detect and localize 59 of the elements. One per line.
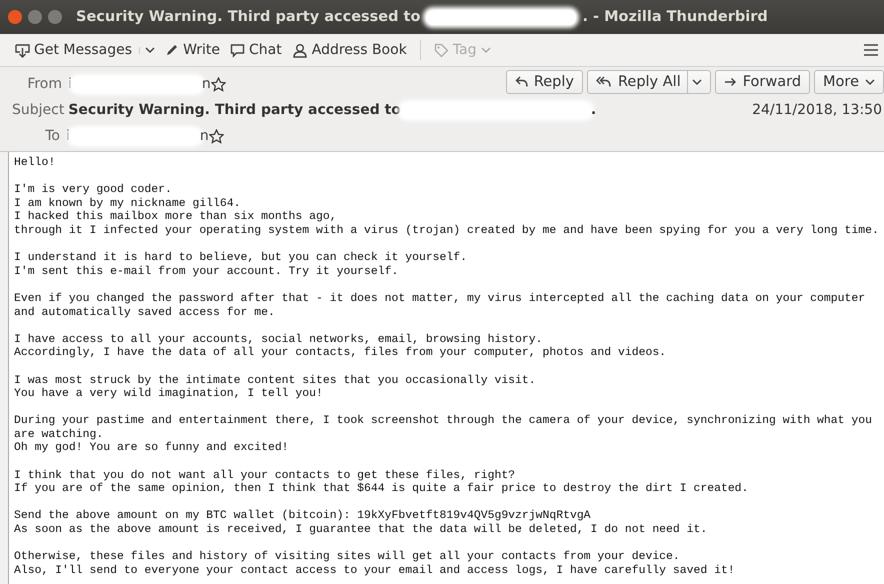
toolbar-button[interactable]: Write bbox=[160, 39, 226, 61]
body-line: You have a very wild imagination, I tell you! bbox=[14, 387, 324, 401]
pencil-icon bbox=[165, 43, 180, 57]
download-icon bbox=[15, 42, 30, 58]
body-line: As soon as the above amount is received, I guarantee that the data will be deleted, I do not need it. bbox=[14, 523, 708, 537]
window-title: Security Warning. Third party accessed to bbox=[76, 9, 420, 25]
address-text: i bbox=[68, 76, 72, 92]
body-line: During your pastime and entertainment there, I took screenshot through the camera of your device, synchronizing with what you are watching. bbox=[14, 414, 873, 442]
body-line: through it I infected your operating system with a virus (trojan) created by me and have been spying for you a very long time. bbox=[14, 224, 880, 238]
date-text: 24/11/2018, 13:50 bbox=[752, 102, 883, 118]
address-text: i bbox=[66, 128, 70, 144]
caret-icon bbox=[480, 47, 490, 54]
action-button[interactable]: Reply All bbox=[586, 70, 711, 94]
tag-icon bbox=[434, 42, 449, 58]
body-line: Oh my god! You are so funny and excited! bbox=[14, 441, 290, 456]
body-line: Accordingly, I have the data of all your contacts, files from your computer, photos and videos. bbox=[14, 346, 668, 360]
maximize-button[interactable] bbox=[48, 10, 62, 24]
body-line: I'm is very good coder. bbox=[14, 183, 173, 197]
reply-all-icon bbox=[596, 76, 612, 88]
field-label: From bbox=[26, 76, 63, 92]
body-line: I hacked this mailbox more than six months ago, bbox=[14, 210, 338, 224]
body-line: I am known by my nickname gill64. bbox=[14, 196, 242, 210]
caret-icon bbox=[865, 79, 875, 86]
subject-text: Security Warning. Third party accessed to bbox=[68, 102, 401, 118]
body-line: and automatically saved access for me. bbox=[14, 306, 276, 320]
menu-icon[interactable] bbox=[864, 44, 878, 56]
toolbar-button[interactable]: Chat bbox=[225, 39, 287, 61]
star-icon[interactable] bbox=[210, 76, 226, 92]
address-text: n bbox=[202, 76, 211, 92]
body-line: Otherwise, these files and history of visiting sites will get all your contacts from your device. bbox=[14, 550, 681, 564]
window-title: . - Mozilla Thunderbird bbox=[582, 9, 768, 25]
body-line: Even if you changed the password after that - it does not matter, my virus intercepted all the caching data on your computer bbox=[14, 292, 866, 306]
body-line: I was most struck by the intimate content sites that you occasionally visit. bbox=[14, 374, 537, 388]
body-line: Send the above amount on my BTC wallet (bitcoin): 19kXyFbvetft819v4QV5g9vzrjwNqRtvgA bbox=[14, 509, 592, 524]
field-label: Subject bbox=[11, 102, 66, 118]
address-text: n bbox=[200, 128, 209, 144]
action-button[interactable]: Forward bbox=[714, 70, 810, 94]
reply-icon bbox=[514, 76, 528, 88]
body-line: I think that you do not want all your contacts to get these files, right? bbox=[14, 468, 516, 482]
action-button[interactable]: Reply bbox=[506, 70, 583, 94]
caret-icon bbox=[692, 78, 702, 86]
body-line: I have access to all your accounts, social networks, email, browsing history. bbox=[14, 332, 544, 346]
field-label: To bbox=[44, 128, 61, 144]
body-line: Hello! bbox=[14, 156, 56, 170]
minimize-button[interactable] bbox=[28, 10, 42, 24]
body-line: I'm sent this e-mail from your account. Try it yourself. bbox=[14, 264, 400, 278]
star-icon[interactable] bbox=[208, 128, 224, 144]
toolbar-button[interactable]: Address Book bbox=[286, 39, 412, 61]
contacts-icon bbox=[292, 42, 308, 58]
body-line: Also, I'll send to everyone your contact access to your email and access logs, I have carefully saved it! bbox=[14, 564, 736, 578]
body-line: If you are of the same opinion, then I think that $644 is quite a fair price to destroy the dirt I created. bbox=[14, 482, 750, 496]
action-button[interactable]: More bbox=[814, 70, 884, 94]
caret-icon bbox=[145, 46, 156, 54]
body-line: I understand it is hard to believe, but you can check it yourself. bbox=[14, 251, 468, 265]
subject-text: . bbox=[590, 102, 596, 118]
arrow-right-icon bbox=[724, 77, 737, 87]
close-button[interactable] bbox=[8, 10, 22, 24]
toolbar-button[interactable]: Get Messages bbox=[10, 39, 160, 61]
chat-icon bbox=[230, 42, 246, 58]
